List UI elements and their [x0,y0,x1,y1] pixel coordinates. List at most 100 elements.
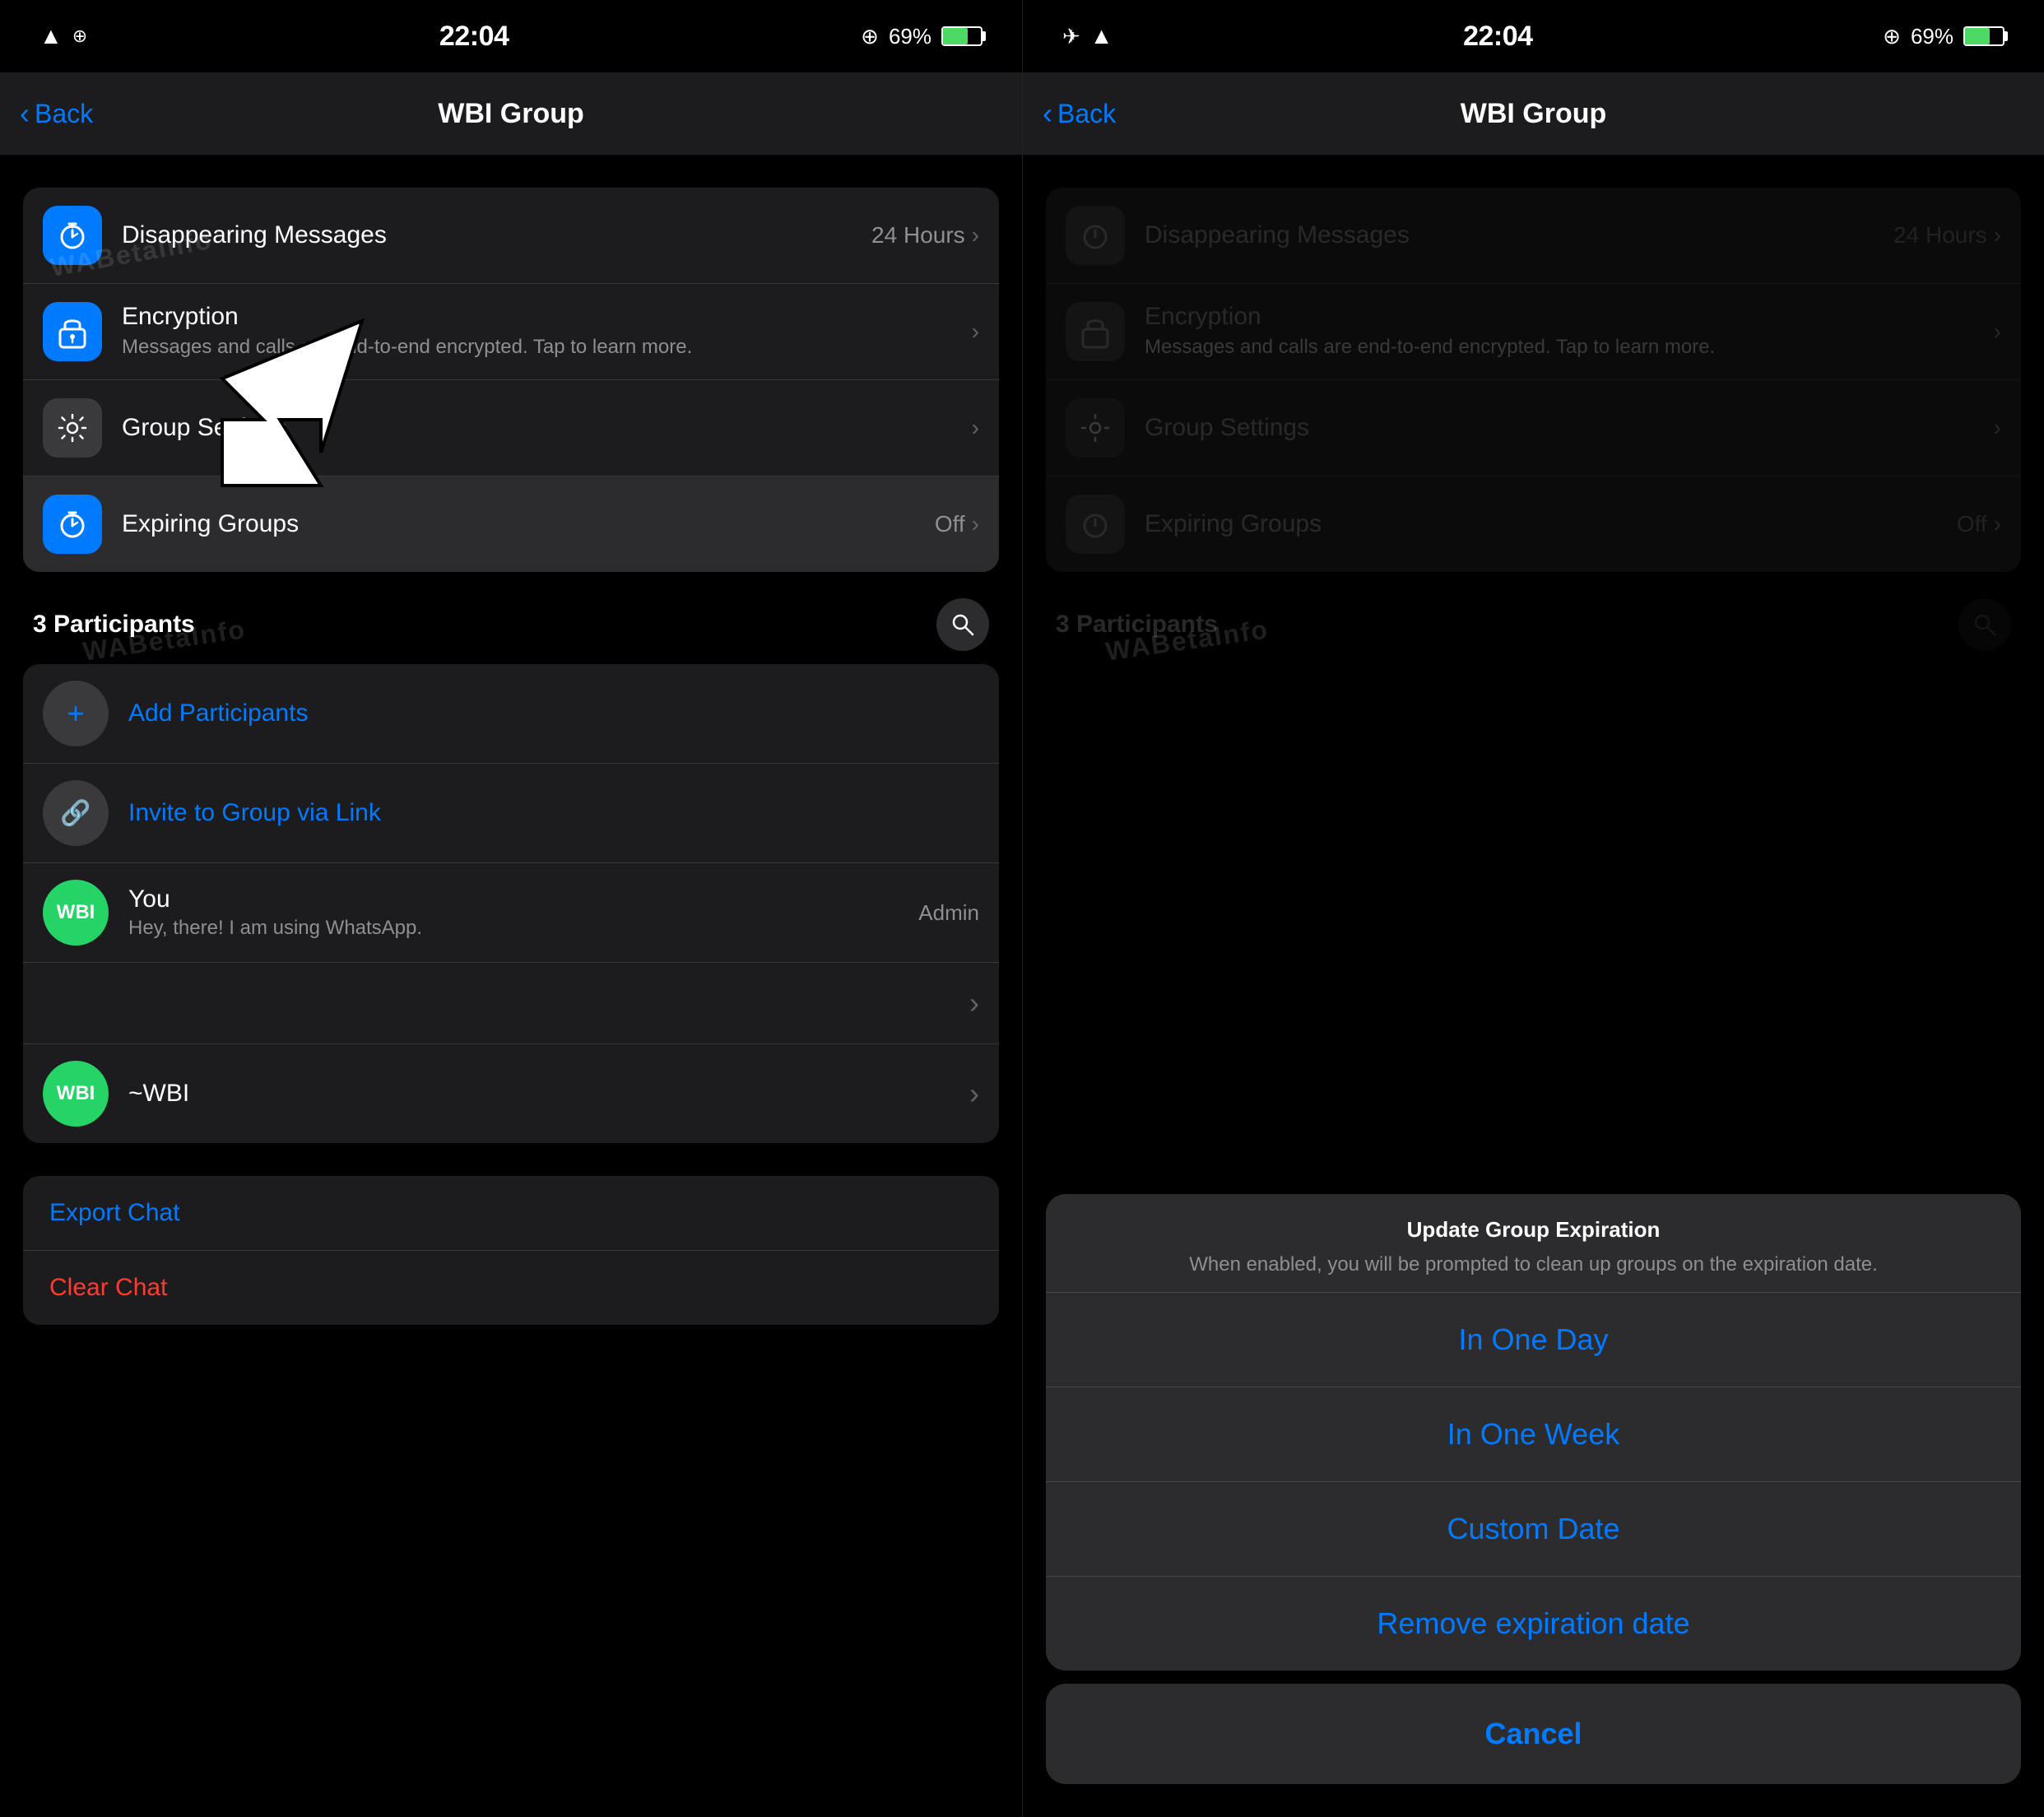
action-sheet-cancel[interactable]: Cancel [1046,1684,2021,1784]
arrow-svg [214,313,395,494]
wbi-avatar: WBI [43,1061,109,1127]
disappearing-icon-wrap [43,206,102,265]
back-chevron-left: ‹ [20,96,30,131]
export-chat-row[interactable]: Export Chat [23,1176,999,1251]
group-settings-chev: › [972,415,979,441]
enc-content-right: Encryption Messages and calls are end-to… [1145,303,1994,360]
timer-icon-right [1079,219,1112,252]
disappearing-chevron: › [972,222,979,249]
disappearing-row-right: Disappearing Messages 24 Hours › [1046,188,2021,284]
search-button-left[interactable] [936,598,989,651]
participant-wbi-row[interactable]: WBI ~WBI › [23,1044,999,1143]
add-avatar: + [43,681,109,746]
invite-link-row[interactable]: 🔗 Invite to Group via Link [23,764,999,863]
disappearing-content-right: Disappearing Messages [1145,221,1893,249]
add-participants-label: Add Participants [128,699,979,727]
group-settings-row[interactable]: Group Settings › [23,380,999,476]
in-one-week-label: In One Week [1072,1417,1995,1452]
status-right-left-icons: ✈ ▲ [1062,23,1113,49]
invite-avatar: 🔗 [43,780,109,846]
action-sheet-title: Update Group Expiration [1072,1217,1995,1243]
expiring-groups-row[interactable]: Expiring Groups Off › [23,476,999,572]
exp-title-right: Expiring Groups [1145,510,1957,538]
option-in-one-week[interactable]: In One Week [1046,1387,2021,1482]
settings-list-left: Disappearing Messages 24 Hours › Encrypt… [23,188,999,572]
expiring-groups-title: Expiring Groups [122,510,935,538]
dimmed-content-right: Disappearing Messages 24 Hours › Encrypt… [1023,188,2044,664]
action-sheet-main: Update Group Expiration When enabled, yo… [1046,1194,2021,1671]
group-settings-row-right: Group Settings › [1046,380,2021,476]
battery-fill-left [943,28,968,44]
gs-title-right: Group Settings [1145,414,1994,442]
battery-fill-right [1965,28,1990,44]
participant-you-row[interactable]: WBI You Hey, there! I am using WhatsApp.… [23,863,999,963]
encryption-chevron: › [972,318,979,345]
expiring-groups-content: Expiring Groups [122,510,935,538]
back-label-right: Back [1057,99,1116,129]
add-participants-row[interactable]: + Add Participants [23,664,999,764]
empty-row[interactable]: › [23,963,999,1044]
option-remove-expiration[interactable]: Remove expiration date [1046,1577,2021,1671]
clear-chat-label: Clear Chat [49,1274,973,1302]
encryption-row[interactable]: Encryption Messages and calls are end-to… [23,284,999,380]
disappearing-messages-row[interactable]: Disappearing Messages 24 Hours › [23,188,999,284]
battery-bar-left [941,26,983,46]
participants-title-left: 3 Participants [33,611,195,639]
dis-val-right: 24 Hours [1893,222,1987,249]
cellular-icon: ⊕ [72,26,87,47]
disappearing-title-right: Disappearing Messages [1145,221,1893,249]
encryption-row-right: Encryption Messages and calls are end-to… [1046,284,2021,380]
gs-icon-wrap-right [1066,398,1125,458]
exp-val-right: Off › [1957,511,2001,537]
clear-chat-row[interactable]: Clear Chat [23,1251,999,1325]
encryption-icon-wrap [43,302,102,361]
status-bar-right: ✈ ▲ 22:04 ⊕ 69% [1023,0,2044,72]
you-badge: Admin [918,900,979,926]
status-time-left: 22:04 [439,21,509,53]
action-sheet-header: Update Group Expiration When enabled, yo… [1046,1194,2021,1293]
participants-list-left: + Add Participants 🔗 Invite to Group via… [23,664,999,1143]
lock-icon [57,314,88,349]
back-label-left: Back [35,99,93,129]
back-chevron-right: ‹ [1043,96,1052,131]
wbi-name: ~WBI [128,1080,969,1108]
option-in-one-day[interactable]: In One Day [1046,1293,2021,1387]
in-one-day-label: In One Day [1072,1322,1995,1357]
expiring-groups-value: Off › [935,511,979,537]
you-sub: Hey, there! I am using WhatsApp. [128,917,918,940]
enc-sub-right: Messages and calls are end-to-end encryp… [1145,334,1994,360]
exp-content-right: Expiring Groups [1145,510,1957,538]
expiring-icon-right [1079,508,1112,541]
expiring-row-right: Expiring Groups Off › [1046,476,2021,572]
you-avatar: WBI [43,880,109,946]
location-icon: ⊕ [861,24,879,49]
participants-title-right: 3 Participants [1056,611,1218,639]
search-button-right [1958,598,2011,651]
back-button-right[interactable]: ‹ Back [1043,96,1116,131]
export-chat-label: Export Chat [49,1199,973,1227]
participants-header-left: 3 Participants [0,572,1022,664]
nav-bar-right: ‹ Back WBI Group [1023,72,2044,155]
dis-chev-right: › [1994,222,2001,249]
gs-chev-right: › [1994,415,2001,441]
remove-expiration-label: Remove expiration date [1072,1606,1995,1641]
disappearing-value: 24 Hours › [871,222,979,249]
option-custom-date[interactable]: Custom Date [1046,1482,2021,1577]
status-left-icons: ▲ ⊕ [39,23,87,49]
battery-bar-right [1963,26,2005,46]
back-button-left[interactable]: ‹ Back [20,96,93,131]
expiring-groups-icon-wrap [43,495,102,554]
group-settings-icon-wrap [43,398,102,458]
action-sheet-subtitle: When enabled, you will be prompted to cl… [1072,1251,1995,1279]
action-sheet: Update Group Expiration When enabled, yo… [1046,1194,2021,1817]
left-panel: ▲ ⊕ 22:04 ⊕ 69% ‹ Back WBI Group [0,0,1022,1817]
nav-title-left: WBI Group [438,98,584,130]
wifi-icon-right: ▲ [1090,23,1113,49]
disappearing-content: Disappearing Messages [122,221,871,249]
disappearing-icon-wrap-right [1066,206,1125,265]
gear-icon [56,411,89,444]
enc-icon-wrap-right [1066,302,1125,361]
nav-bar-left: ‹ Back WBI Group [0,72,1022,155]
expiring-timer-icon [56,508,89,541]
disappearing-val-text: 24 Hours [871,222,965,249]
